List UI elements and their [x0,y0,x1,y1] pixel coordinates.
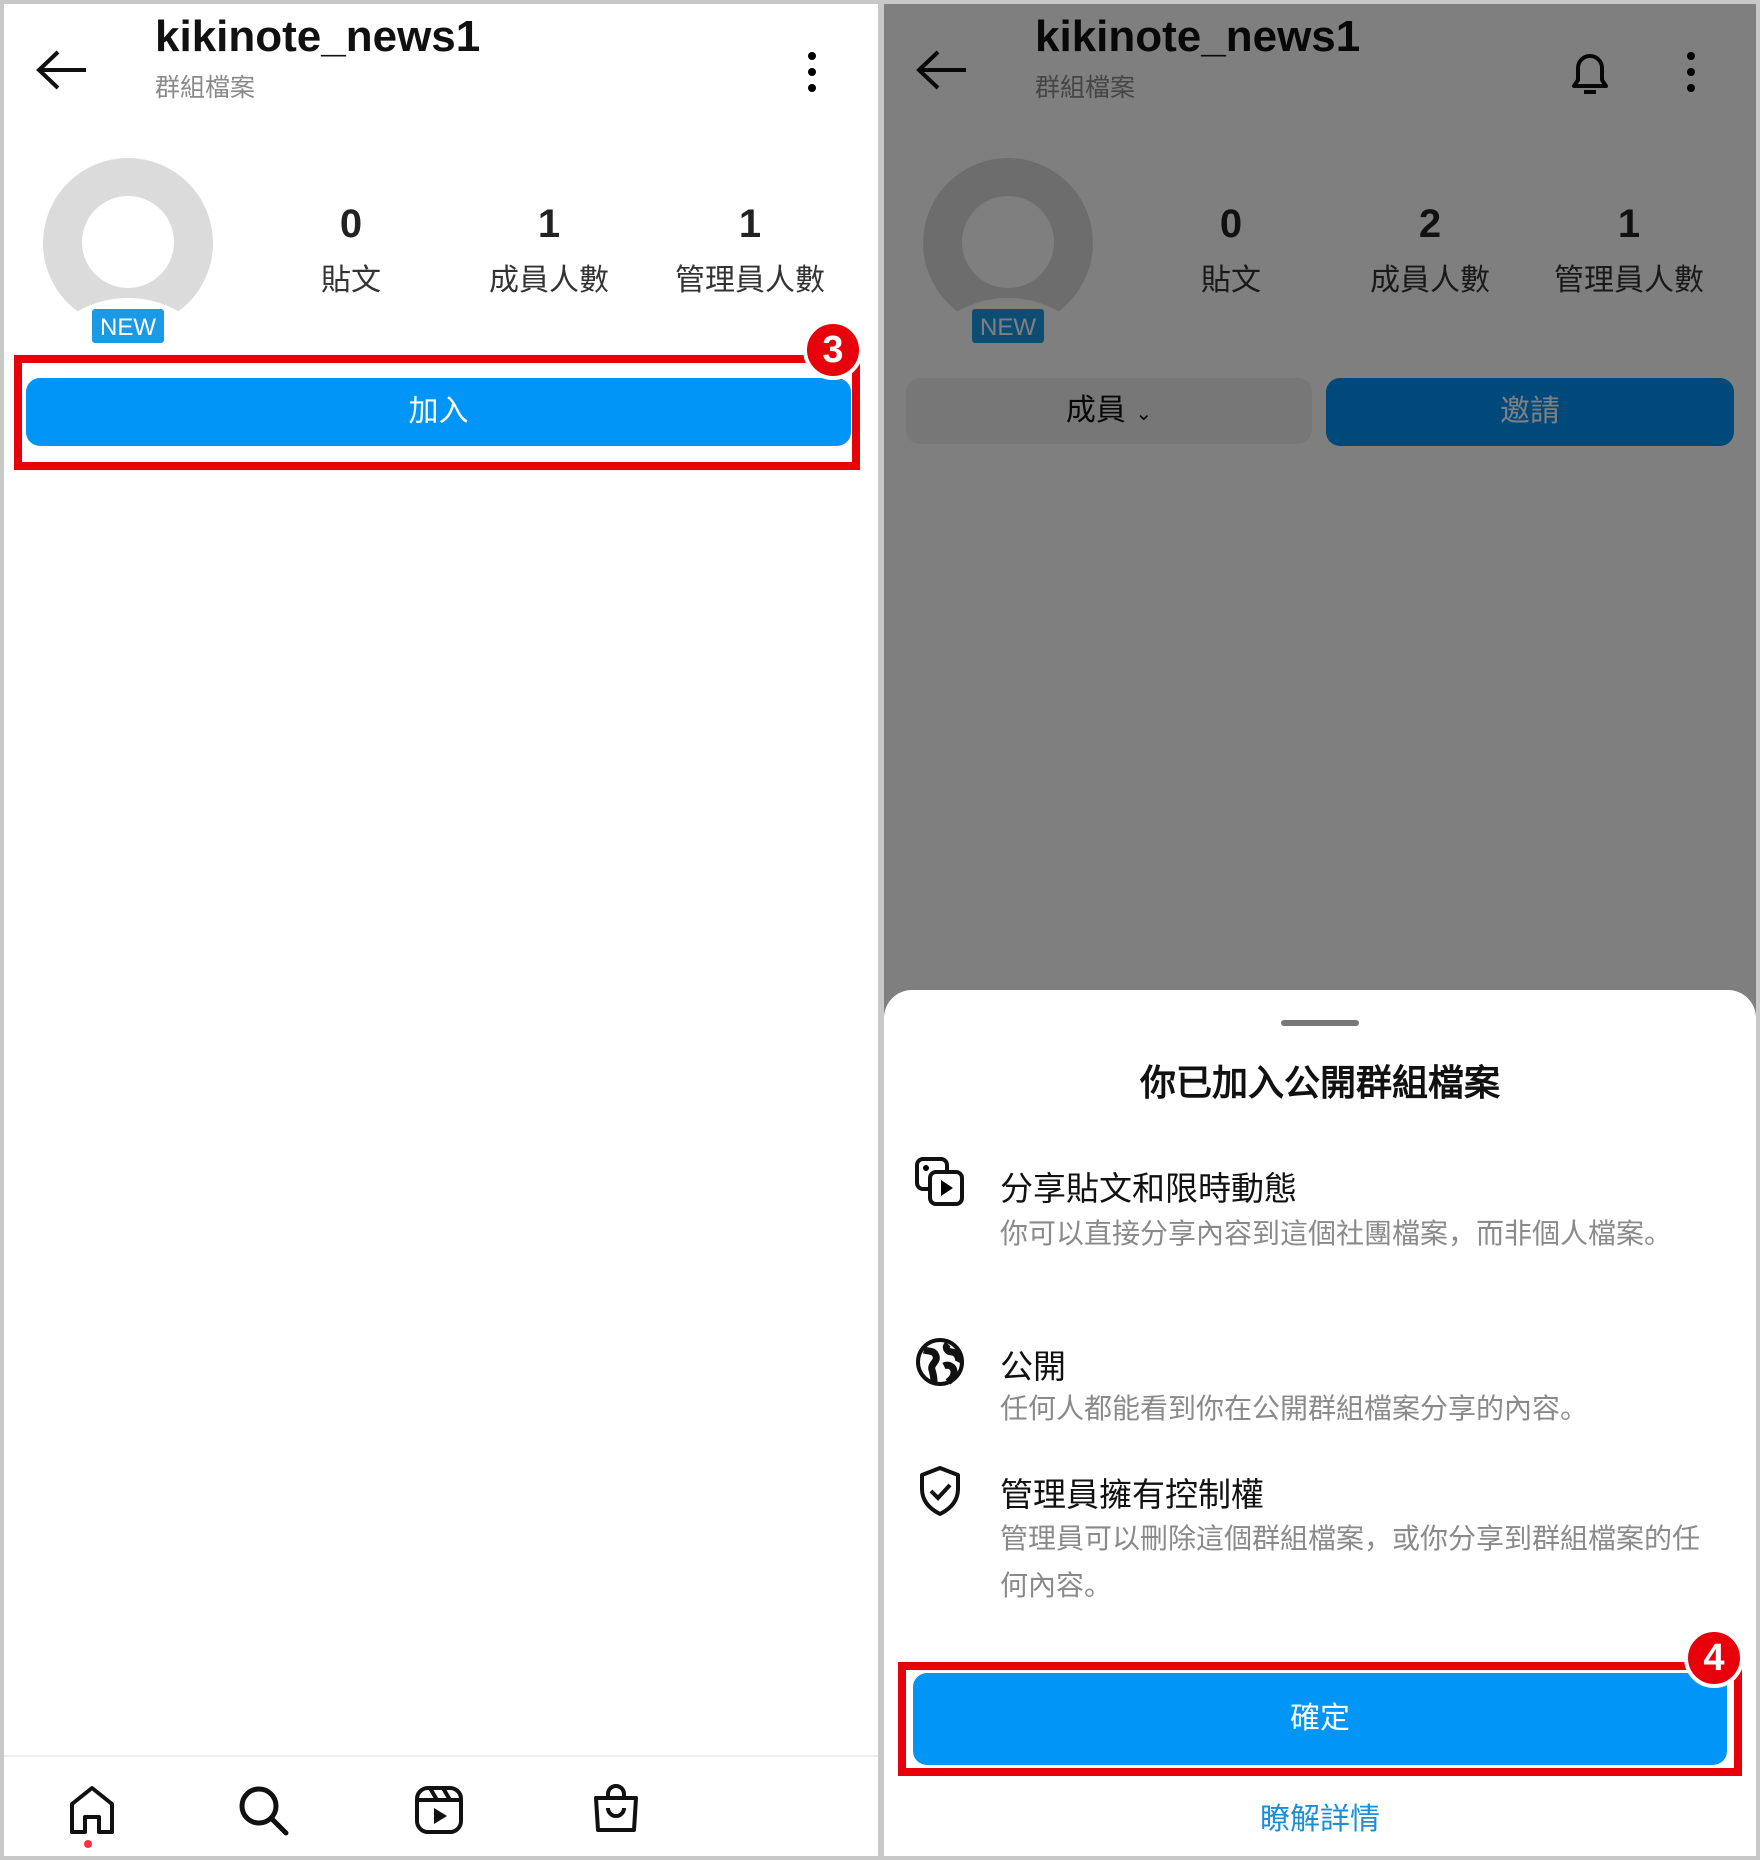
sheet-title: 你已加入公開群組檔案 [1139,1063,1500,1104]
stat-value: 1 [537,202,561,246]
step-badge: 4 [1684,1628,1744,1688]
item-title: 分享貼文和限時動態 [1000,1169,1297,1208]
stat-members[interactable]: 1 成員人數 [449,202,649,299]
stat-label: 成員人數 [489,263,609,298]
home-icon[interactable] [66,1784,118,1836]
new-badge: NEW [90,307,166,345]
confirm-button[interactable]: 確定 [913,1673,1727,1765]
join-button[interactable]: 加入 [26,378,851,446]
stat-value: 1 [738,202,762,246]
shop-icon[interactable] [590,1782,642,1836]
drag-handle[interactable] [1281,1020,1359,1026]
stat-posts[interactable]: 0 貼文 [251,202,451,299]
group-profile-screen: kikinote_news1 群組檔案 NEW 0 貼文 1 成員人數 1 管理員人數… [4,4,878,1856]
item-title: 管理員擁有控制權 [1000,1475,1264,1514]
stat-value: 0 [339,202,363,246]
notification-dot [84,1840,92,1848]
back-arrow-icon[interactable] [34,48,90,92]
divider [4,1755,878,1757]
page-title: kikinote_news1 [155,12,481,61]
stat-label: 管理員人數 [675,263,825,298]
item-desc: 任何人都能看到你在公開群組檔案分享的內容。 [1000,1392,1589,1425]
page-subtitle: 群組檔案 [155,73,256,102]
stat-admins[interactable]: 1 管理員人數 [650,202,850,299]
more-options-icon[interactable] [800,50,824,94]
item-desc: 你可以直接分享內容到這個社團檔案，而非個人檔案。 [1000,1217,1673,1250]
shield-check-icon [920,1466,960,1516]
media-share-icon [915,1157,964,1206]
bottom-sheet: 你已加入公開群組檔案 分享貼文和限時動態 你可以直接分享內容到這個社團檔案，而非… [884,990,1756,1856]
search-icon[interactable] [237,1784,291,1838]
joined-group-screen: kikinote_news1 群組檔案 NEW 0貼文 2成員人數 1管理員人數… [884,4,1756,1856]
item-title: 公開 [1000,1347,1066,1386]
avatar [43,158,213,328]
stat-label: 貼文 [321,263,381,298]
reels-icon[interactable] [413,1784,465,1836]
item-desc: 管理員可以刪除這個群組檔案，或你分享到群組檔案的任何內容。 [1000,1522,1701,1602]
step-badge: 3 [803,320,863,380]
globe-icon [916,1338,964,1386]
learn-more-link[interactable]: 瞭解詳情 [884,1794,1756,1838]
